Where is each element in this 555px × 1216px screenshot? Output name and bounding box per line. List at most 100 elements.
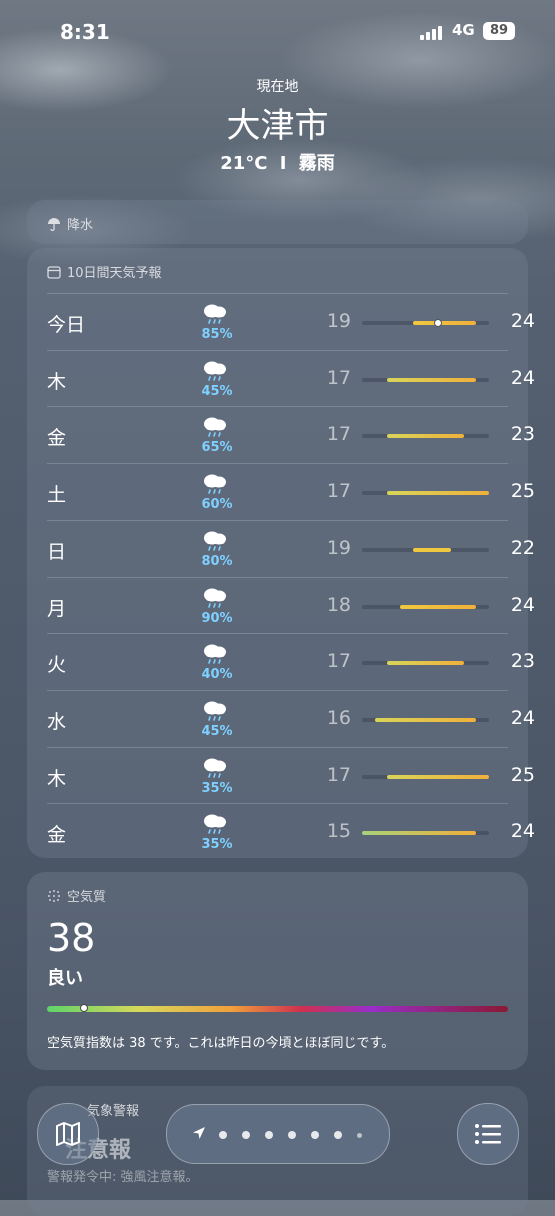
low-temperature: 19	[326, 536, 351, 559]
alert-title: 気象警報	[87, 1104, 140, 1119]
high-temperature: 24	[510, 820, 535, 843]
map-button[interactable]	[37, 1103, 99, 1165]
high-temperature: 25	[510, 763, 535, 786]
network-type: 4G	[452, 21, 475, 39]
forecast-day: 金	[47, 824, 67, 847]
low-temperature: 15	[326, 820, 351, 843]
temperature-range-bar	[412, 321, 477, 325]
temperature-range-bar	[374, 717, 477, 722]
high-temperature: 25	[510, 480, 535, 503]
precipitation-title: 降水	[67, 218, 94, 233]
low-temperature: 18	[326, 593, 351, 616]
page-dot[interactable]	[265, 1131, 273, 1139]
rain-cloud-icon	[204, 701, 226, 721]
temperature-range-track	[362, 774, 489, 779]
forecast-row: 木 45% 17 24	[47, 349, 535, 407]
low-temperature: 17	[326, 366, 351, 389]
forecast-row: 月 90% 18 24	[47, 576, 535, 634]
temperature-range-track	[362, 377, 489, 382]
precipitation-chance: 35%	[201, 780, 233, 796]
temperature-range-bar	[412, 547, 451, 552]
temperature-range-track	[362, 434, 489, 439]
temperature-range-bar	[387, 377, 477, 382]
page-dot[interactable]	[311, 1131, 319, 1139]
air-quality-category: 良い	[47, 968, 83, 989]
precipitation-chance: 80%	[201, 553, 233, 569]
forecast-day: 今日	[47, 314, 86, 336]
forecast-day: 木	[47, 370, 67, 393]
page-dot[interactable]	[288, 1131, 296, 1139]
forecast-day: 火	[47, 654, 67, 677]
forecast-row: 日 80% 19 22	[47, 519, 535, 577]
forecast-row: 水 45% 16 24	[47, 689, 535, 747]
precipitation-chance: 60%	[201, 497, 233, 513]
list-icon	[475, 1124, 501, 1144]
temperature-range-track	[362, 319, 489, 327]
location-list-button[interactable]	[457, 1103, 519, 1165]
precipitation-chance: 85%	[201, 327, 233, 342]
status-bar: 8:31 4G 89	[0, 20, 555, 46]
rain-cloud-icon	[204, 814, 226, 835]
high-temperature: 22	[510, 536, 535, 559]
separator: I	[279, 153, 287, 174]
alert-detail: 警報発令中: 強風注意報。	[47, 1170, 199, 1185]
rain-cloud-icon	[204, 417, 226, 438]
rain-cloud-icon	[204, 474, 226, 494]
high-temperature: 24	[510, 706, 535, 729]
high-temperature: 23	[510, 423, 535, 446]
high-temperature: 24	[510, 593, 535, 616]
low-temperature: 17	[326, 763, 351, 786]
forecast-row: 火 40% 17 23	[47, 633, 535, 690]
rain-cloud-icon	[204, 361, 226, 381]
page-dot[interactable]	[334, 1131, 342, 1139]
city-name: 大津市	[226, 106, 329, 146]
high-temperature: 23	[510, 650, 535, 673]
forecast-row: 土 60% 17 25	[47, 463, 535, 520]
current-temperature: 21°C	[220, 153, 268, 174]
battery-icon: 89	[483, 22, 515, 40]
forecast-row: 金 35% 15 24	[47, 803, 535, 860]
air-quality-index: 38	[47, 916, 96, 960]
precipitation-chance: 90%	[201, 610, 233, 626]
forecast-day: 木	[47, 767, 67, 790]
precipitation-chance: 65%	[201, 440, 233, 456]
temperature-range-bar	[400, 604, 477, 609]
condition-text: 霧雨	[298, 153, 335, 174]
temperature-range-track	[362, 717, 489, 722]
page-indicator[interactable]	[166, 1104, 390, 1164]
low-temperature: 17	[326, 480, 351, 503]
precipitation-chance: 40%	[201, 667, 233, 683]
map-icon	[56, 1122, 80, 1146]
rain-cloud-icon	[204, 531, 226, 551]
temperature-range-bar	[387, 434, 464, 439]
temperature-range-track	[362, 661, 489, 666]
page-dot[interactable]	[242, 1131, 250, 1139]
low-temperature: 17	[326, 423, 351, 446]
air-quality-icon	[48, 889, 60, 902]
air-quality-scale	[47, 1004, 508, 1012]
battery-level: 89	[489, 23, 509, 38]
forecast-title: 10日間天気予報	[67, 266, 162, 281]
air-quality-marker	[79, 1004, 88, 1012]
page-dot[interactable]	[357, 1133, 362, 1138]
temperature-range-bar	[387, 661, 464, 666]
temperature-range-bar	[387, 491, 489, 496]
current-temperature-marker	[434, 319, 443, 327]
rain-cloud-icon	[204, 588, 226, 608]
page-dot[interactable]	[219, 1131, 227, 1139]
temperature-range-bar	[362, 831, 477, 836]
precipitation-chance: 35%	[201, 837, 233, 853]
ten-day-forecast-card[interactable]: 10日間天気予報 今日 85% 19 24 木 45% 17 24 金 65% 17 23 土 60% 17…	[27, 248, 535, 860]
forecast-row: 金 65% 17 23	[47, 406, 535, 463]
air-quality-card[interactable]: 空気質 38 良い 空気質指数は 38 です。これは昨日の今頃とほぼ同じです。	[27, 872, 528, 1070]
air-quality-title: 空気質	[67, 890, 107, 905]
rain-cloud-icon	[204, 644, 226, 664]
precipitation-card[interactable]: 降水	[27, 200, 528, 244]
low-temperature: 16	[326, 706, 351, 729]
forecast-row: 今日 85% 19 24	[47, 293, 535, 350]
forecast-day: 金	[47, 427, 67, 450]
temperature-range-track	[362, 547, 489, 552]
rain-cloud-icon	[204, 304, 226, 324]
precipitation-chance: 45%	[201, 383, 233, 399]
temperature-range-track	[362, 491, 489, 496]
